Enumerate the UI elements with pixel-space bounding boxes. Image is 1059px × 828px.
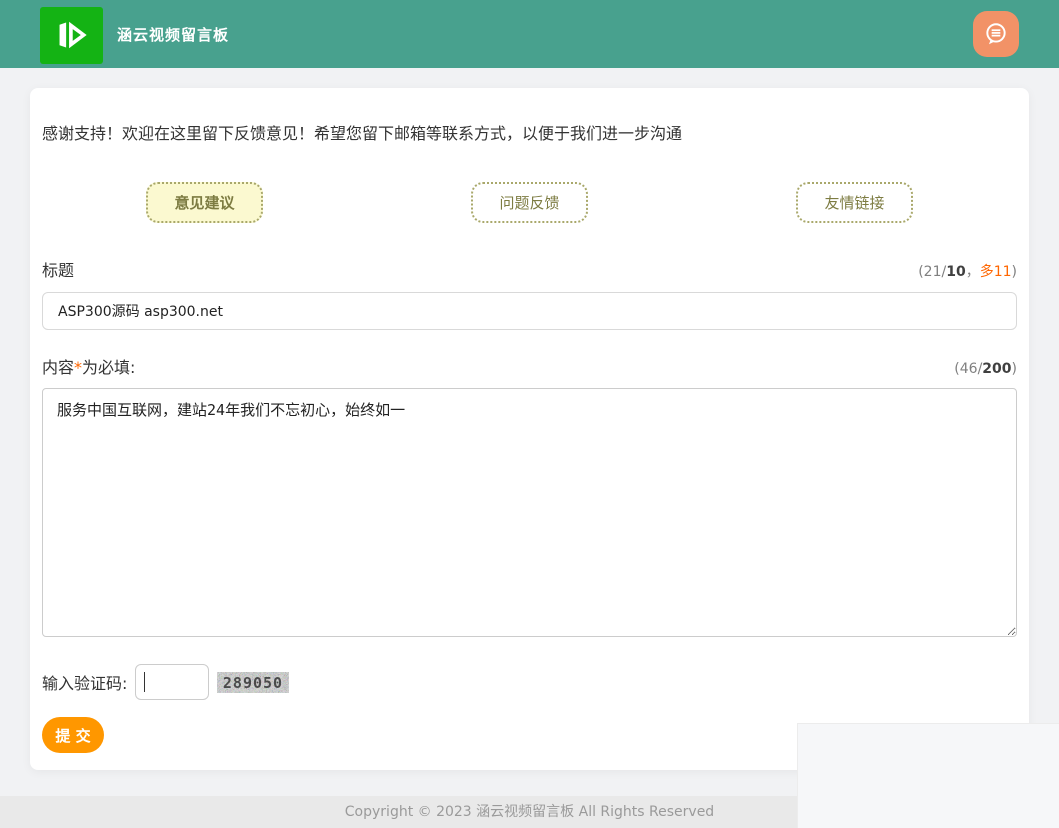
title-counter-overflow: 多11	[980, 264, 1012, 280]
tab-problem-feedback[interactable]: 问题反馈	[471, 182, 587, 223]
title-counter-close: )	[1012, 264, 1017, 280]
captcha-row: 输入验证码: 289050	[42, 664, 1017, 700]
tab-suggestion[interactable]: 意见建议	[146, 182, 262, 223]
intro-text: 感谢支持！欢迎在这里留下反馈意见！希望您留下邮箱等联系方式，以便于我们进一步沟通	[42, 120, 1017, 144]
content-char-counter: (46/200)	[954, 361, 1017, 377]
copyright-text: Copyright © 2023 涵云视频留言板 All Rights Rese…	[345, 804, 714, 820]
tab-friend-links[interactable]: 友情链接	[796, 182, 912, 223]
title-counter-limit: 10	[946, 264, 965, 280]
chat-bubble-icon	[983, 21, 1009, 47]
captcha-image: 289050	[217, 672, 289, 693]
title-field-head: 标题 (21/10，多11)	[42, 257, 1017, 281]
submit-button[interactable]: 提 交	[42, 717, 104, 753]
app-logo	[40, 7, 103, 64]
content-counter-current: (46/	[954, 361, 982, 377]
content-label: 内容*为必填:	[42, 354, 135, 378]
title-counter-current: (21/	[918, 264, 946, 280]
content-label-main: 内容	[42, 358, 74, 377]
chat-button[interactable]	[973, 11, 1019, 57]
category-tabs: 意见建议 问题反馈 友情链接	[42, 182, 1017, 223]
title-char-counter: (21/10，多11)	[918, 261, 1017, 281]
required-asterisk: *	[74, 358, 82, 377]
title-counter-sep: ，	[966, 264, 980, 280]
title-label: 标题	[42, 257, 74, 281]
captcha-code-text: 289050	[223, 674, 283, 692]
app-title: 涵云视频留言板	[117, 24, 229, 45]
text-caret	[144, 672, 145, 692]
content-field-head: 内容*为必填: (46/200)	[42, 354, 1017, 378]
captcha-label: 输入验证码:	[42, 670, 127, 694]
overlay-panel	[797, 723, 1059, 828]
feedback-card: 感谢支持！欢迎在这里留下反馈意见！希望您留下邮箱等联系方式，以便于我们进一步沟通…	[30, 88, 1029, 770]
title-input[interactable]	[42, 292, 1017, 330]
app-header: 涵云视频留言板	[0, 0, 1059, 68]
content-textarea[interactable]: 服务中国互联网，建站24年我们不忘初心，始终如一	[42, 388, 1017, 637]
captcha-input[interactable]	[135, 664, 209, 700]
captcha-input-wrap	[135, 664, 209, 700]
content-label-suffix: 为必填:	[82, 358, 135, 377]
play-logo-icon	[50, 15, 94, 55]
content-counter-limit: 200	[982, 361, 1011, 377]
content-counter-close: )	[1012, 361, 1017, 377]
